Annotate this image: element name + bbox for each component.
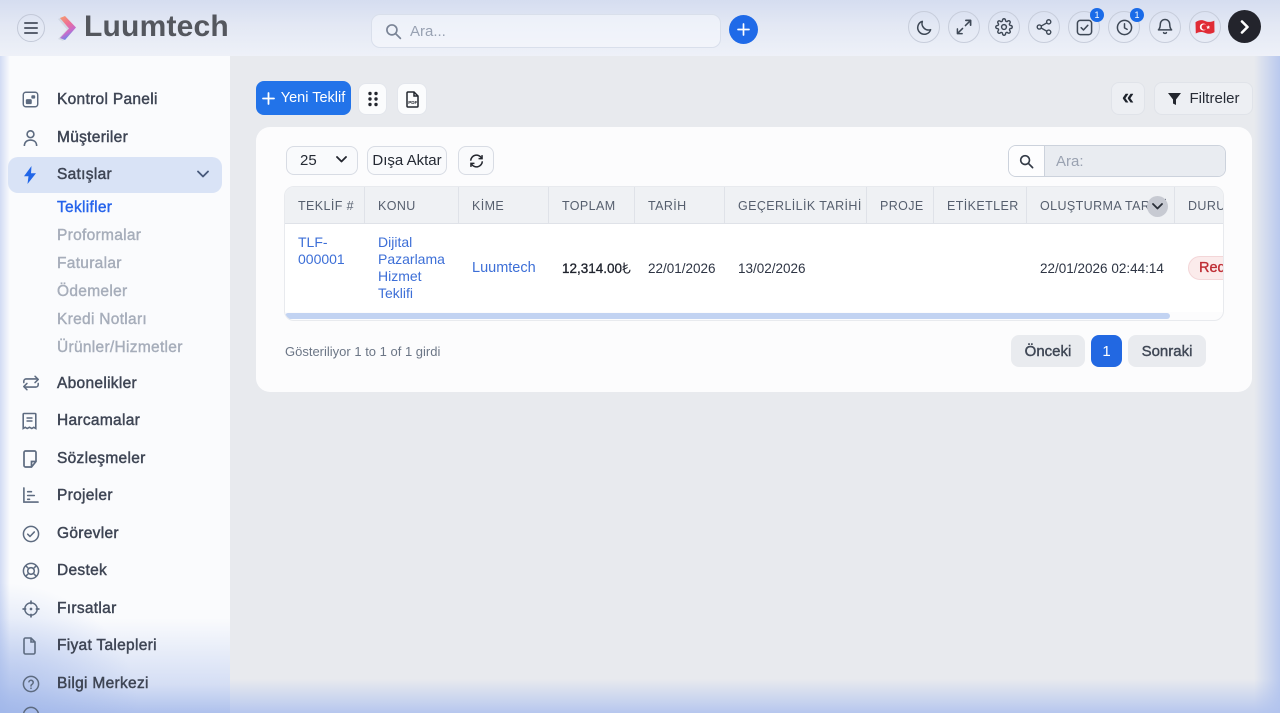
svg-text:PDF: PDF	[408, 100, 417, 105]
